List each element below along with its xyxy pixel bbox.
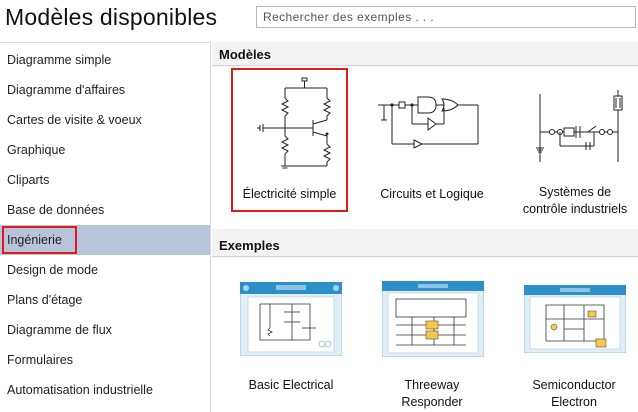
sidebar-item-label: Cliparts	[7, 173, 50, 187]
template-label: Systèmes de contrôle industriels	[512, 184, 638, 218]
examples-grid: Basic Electrical Threeway Responder Semi…	[212, 258, 638, 412]
threeway-responder-thumbnail	[382, 281, 484, 357]
sidebar-item-ingenierie[interactable]: Ingénierie	[0, 225, 210, 255]
templates-heading: Modèles	[212, 44, 638, 66]
template-label-line: contrôle industriels	[522, 202, 628, 216]
template-label-line: Systèmes de	[538, 185, 612, 199]
sidebar-item-diagramme-flux[interactable]: Diagramme de flux	[0, 315, 210, 345]
sidebar-item-label: Cartes de visite & voeux	[7, 113, 142, 127]
sidebar-item-formulaires[interactable]: Formulaires	[0, 345, 210, 375]
basic-electrical-thumbnail	[240, 282, 342, 356]
example-threeway-responder[interactable]: Threeway Responder	[373, 258, 491, 412]
sidebar-item-label: Formulaires	[7, 353, 73, 367]
sidebar-item-diagramme-simple[interactable]: Diagramme simple	[0, 45, 210, 75]
example-semiconductor-electron[interactable]: Semiconductor Electron	[515, 258, 633, 412]
sidebar-item-label: Diagramme simple	[7, 53, 112, 67]
header: Modèles disponibles	[0, 0, 638, 38]
template-electricite-simple[interactable]: Électricité simple	[231, 68, 348, 212]
search-input[interactable]	[256, 6, 636, 28]
selection-highlight	[2, 226, 77, 254]
example-label: Semiconductor Electron	[515, 377, 633, 411]
sidebar-item-label: Diagramme d'affaires	[7, 83, 126, 97]
templates-grid: Électricité simple Circuits et Logique S…	[212, 67, 638, 229]
example-basic-electrical[interactable]: Basic Electrical	[232, 258, 350, 412]
sidebar-item-label: Diagramme de flux	[7, 323, 112, 337]
sidebar-item-cartes-visite[interactable]: Cartes de visite & voeux	[0, 105, 210, 135]
example-label-line: Threeway	[404, 378, 460, 392]
logic-circuit-icon	[378, 96, 479, 149]
industrial-control-icon	[536, 90, 623, 162]
example-label-line: Responder	[401, 395, 463, 409]
sidebar-item-label: Graphique	[7, 143, 66, 157]
sidebar-item-graphique[interactable]: Graphique	[0, 135, 210, 165]
examples-heading: Exemples	[212, 235, 638, 257]
sidebar-item-label: Plans d'étage	[7, 293, 83, 307]
sidebar-item-cliparts[interactable]: Cliparts	[0, 165, 210, 195]
semiconductor-electron-thumbnail	[524, 285, 626, 353]
sidebar-item-plans-etage[interactable]: Plans d'étage	[0, 285, 210, 315]
example-label: Threeway Responder	[373, 377, 491, 411]
example-label-line: Semiconductor	[532, 378, 616, 392]
sidebar-item-label: Automatisation industrielle	[7, 383, 153, 397]
sidebar-item-design-mode[interactable]: Design de mode	[0, 255, 210, 285]
template-systemes-controle[interactable]: Systèmes de contrôle industriels	[512, 68, 638, 228]
template-label: Circuits et Logique	[380, 187, 484, 201]
template-circuits-logique[interactable]: Circuits et Logique	[367, 68, 497, 212]
electrical-circuit-icon	[257, 77, 332, 169]
template-label: Électricité simple	[242, 187, 337, 201]
sidebar-item-label: Base de données	[7, 203, 105, 217]
sidebar-item-label: Design de mode	[7, 263, 99, 277]
example-label-line: Electron	[551, 395, 597, 409]
sidebar-item-diagramme-affaires[interactable]: Diagramme d'affaires	[0, 75, 210, 105]
page-title: Modèles disponibles	[5, 4, 218, 30]
sidebar-item-automatisation-industrielle[interactable]: Automatisation industrielle	[0, 375, 210, 405]
sidebar-item-base-donnees[interactable]: Base de données	[0, 195, 210, 225]
category-sidebar: Diagramme simple Diagramme d'affaires Ca…	[0, 42, 211, 412]
example-label: Basic Electrical	[248, 378, 334, 392]
